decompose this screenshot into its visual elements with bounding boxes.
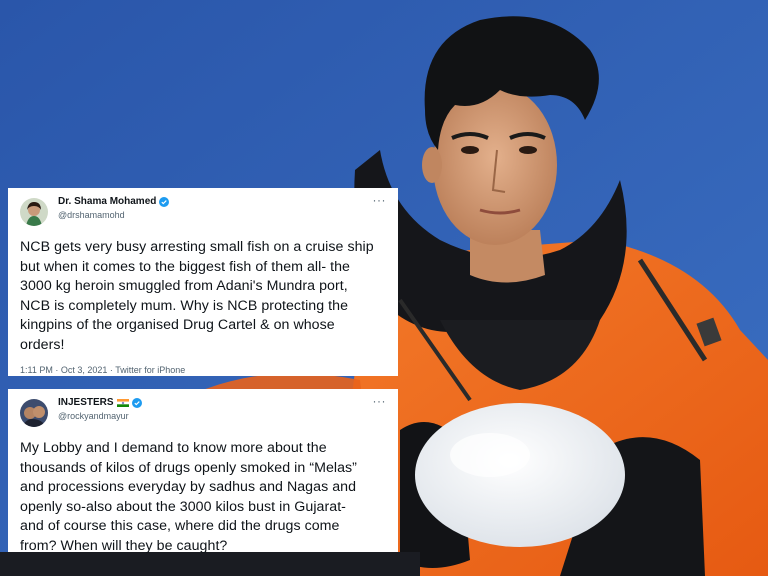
- tweet-text-line: NCB gets very busy arresting small fish …: [20, 239, 374, 255]
- tweet-card-injesters[interactable]: INJESTERS @rockyandmayur ··· My Lobby an…: [8, 389, 398, 554]
- tweet-header: Dr. Shama Mohamed @drshamamohd ···: [20, 194, 387, 230]
- author-name[interactable]: INJESTERS: [58, 397, 114, 409]
- author-avatar[interactable]: [20, 399, 48, 427]
- tweet-header: INJESTERS @rockyandmayur ···: [20, 395, 387, 431]
- author-handle[interactable]: @drshamamohd: [58, 209, 169, 221]
- tweet-text-line: thousands of kilos of drugs openly smoke…: [20, 459, 357, 476]
- tweet-text: NCB gets very busy arresting small fish …: [20, 238, 386, 355]
- verified-badge-icon: [159, 197, 170, 207]
- more-options-icon[interactable]: ···: [373, 194, 387, 206]
- tweet-text-line: openly so-also about the 3000 kilos bust…: [20, 498, 346, 515]
- author-avatar[interactable]: [20, 198, 48, 226]
- author-handle[interactable]: @rockyandmayur: [58, 410, 142, 422]
- more-options-icon[interactable]: ···: [373, 395, 387, 407]
- tweet-text-line: 3000 kg heroin smuggled from Adani's Mun…: [20, 278, 348, 294]
- tweet-text-line: from? When will they be caught?: [20, 537, 228, 554]
- tweet-text: My Lobby and I demand to know more about…: [20, 439, 386, 556]
- tweet-text-line: kingpins of the organised Drug Cartel & …: [20, 317, 335, 333]
- tweet-text-line: and processions everyday by sadhus and N…: [20, 479, 357, 495]
- tweet-text-line: My Lobby and I demand to know more about…: [20, 440, 327, 456]
- tweet-text-line: NCB is completely mum. Why is NCB protec…: [20, 297, 349, 314]
- author-name[interactable]: Dr. Shama Mohamed: [58, 196, 156, 208]
- tweet-card-shama-mohamed[interactable]: Dr. Shama Mohamed @drshamamohd ··· NCB g…: [8, 188, 398, 376]
- tweet-timestamp[interactable]: 1:11 PM · Oct 3, 2021 · Twitter for iPho…: [20, 365, 386, 375]
- tweet-text-line: orders!: [20, 336, 65, 353]
- verified-badge-icon: [131, 398, 142, 408]
- tweet-text-line: and of course this case, where did the d…: [20, 518, 340, 534]
- india-flag-icon: [116, 399, 129, 407]
- tweet-text-line: but when it comes to the biggest fish of…: [20, 258, 350, 275]
